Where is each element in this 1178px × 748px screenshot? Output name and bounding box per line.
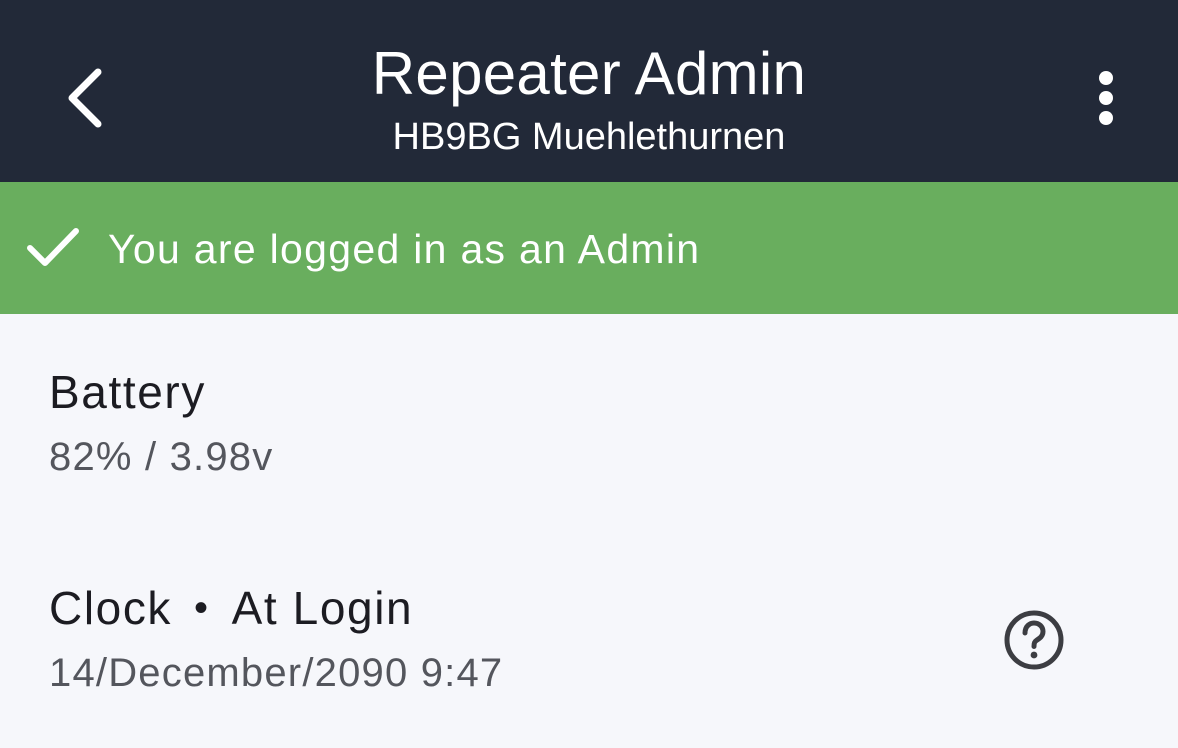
clock-title: Clock [49, 582, 173, 634]
chevron-left-icon [68, 68, 102, 128]
battery-value: 82% / 3.98v [49, 435, 274, 479]
title-block: Repeater Admin HB9BG Muehlethurnen [289, 38, 889, 162]
more-vertical-icon [1099, 71, 1113, 125]
clock-item: Clock • At Login 14/December/2090 9:47 [0, 524, 1178, 748]
clock-qualifier: At Login [231, 582, 414, 634]
app-bar: Repeater Admin HB9BG Muehlethurnen [0, 0, 1178, 182]
check-icon [26, 226, 80, 275]
battery-title: Battery [49, 366, 206, 418]
separator-dot: • [194, 586, 210, 630]
clock-value: 14/December/2090 9:47 [49, 651, 504, 695]
clock-help-button[interactable] [1000, 606, 1068, 674]
help-circle-icon [1004, 610, 1064, 670]
banner-text: You are logged in as an Admin [108, 226, 701, 272]
clock-title-row: Clock • At Login [49, 580, 413, 636]
admin-status-banner: You are logged in as an Admin [0, 182, 1178, 314]
battery-item: Battery 82% / 3.98v [0, 314, 1178, 524]
back-button[interactable] [48, 56, 120, 140]
repeater-admin-screen: Repeater Admin HB9BG Muehlethurnen You a… [0, 0, 1178, 748]
page-title: Repeater Admin [371, 40, 807, 107]
page-subtitle: HB9BG Muehlethurnen [392, 116, 786, 158]
overflow-menu-button[interactable] [1078, 62, 1134, 134]
